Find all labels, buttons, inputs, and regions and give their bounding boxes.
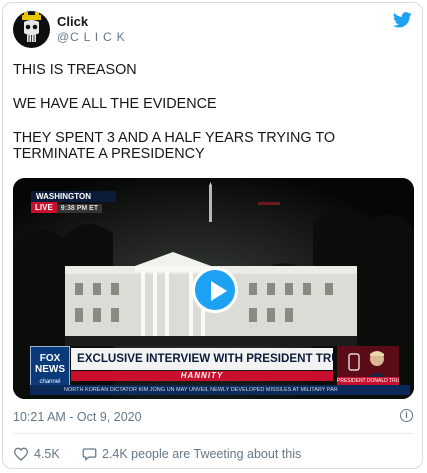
video-player[interactable]: WASHINGTON LIVE 9:38 PM ET FOX NEWS channel… xyxy=(13,178,414,399)
play-icon[interactable] xyxy=(192,267,238,313)
comment-icon xyxy=(82,448,97,461)
location-label: WASHINGTON xyxy=(31,191,116,202)
like-button[interactable]: 4.5K xyxy=(13,447,60,461)
fox-news-logo: FOX NEWS channel xyxy=(30,346,70,386)
tweet-text: THIS IS TREASON WE HAVE ALL THE EVIDENCE… xyxy=(13,62,335,162)
tweet-line-1: THIS IS TREASON xyxy=(13,62,137,78)
video-headline: EXCLUSIVE INTERVIEW WITH PRESIDENT TRUMP xyxy=(71,348,333,370)
info-icon[interactable]: i xyxy=(400,409,413,422)
conversation-link[interactable]: 2.4K people are Tweeting about this xyxy=(82,447,301,461)
location-banner: WASHINGTON LIVE 9:38 PM ET xyxy=(31,191,116,213)
tweet-timestamp[interactable]: 10:21 AM - Oct 9, 2020 xyxy=(13,410,142,424)
user-handle[interactable]: @C L I C K xyxy=(57,30,125,44)
show-name: HANNITY xyxy=(71,371,333,381)
display-name[interactable]: Click xyxy=(57,14,88,29)
live-badge: LIVE xyxy=(31,202,57,213)
pip-caption: PRESIDENT DONALD TRUMP xyxy=(337,377,399,385)
twitter-bird-icon[interactable] xyxy=(393,12,412,28)
divider xyxy=(13,433,414,434)
tweet-line-4: TERMINATE A PRESIDENCY xyxy=(13,146,205,162)
broadcast-time: 9:38 PM ET xyxy=(56,204,103,213)
avatar[interactable] xyxy=(13,11,50,48)
news-ticker: NORTH KOREAN DICTATOR KIM JONG UN MAY UN… xyxy=(30,385,410,395)
president-pip-image xyxy=(337,346,399,380)
tweet-line-2: WE HAVE ALL THE EVIDENCE xyxy=(13,96,217,112)
tweet-line-3: THEY SPENT 3 AND A HALF YEARS TRYING TO xyxy=(13,130,336,146)
like-count: 4.5K xyxy=(34,447,60,461)
heart-icon xyxy=(13,447,29,461)
tweet-card[interactable]: Click @C L I C K THIS IS TREASON WE HAVE… xyxy=(2,2,423,469)
tweeting-about-text: 2.4K people are Tweeting about this xyxy=(102,447,302,461)
